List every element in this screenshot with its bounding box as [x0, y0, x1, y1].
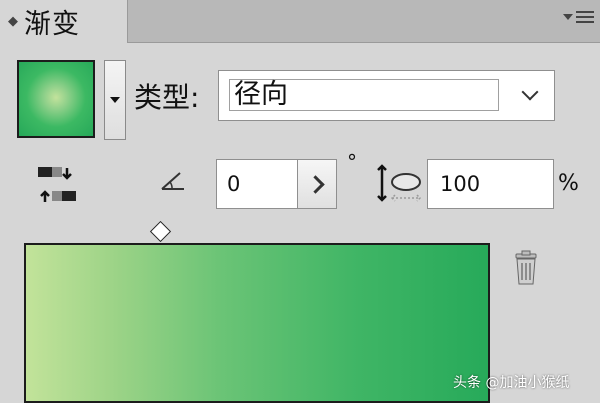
gradient-midpoint-marker[interactable]: [149, 220, 172, 243]
percent-symbol: %: [558, 171, 579, 196]
panel-menu-icon[interactable]: [556, 6, 594, 28]
triangle-down-icon: [110, 97, 120, 103]
type-label: 类型:: [134, 81, 200, 114]
chevron-down-icon[interactable]: [521, 83, 539, 101]
degree-symbol: °: [347, 150, 357, 174]
watermark-text: 头条 @加油小猴纸: [453, 375, 570, 391]
angle-icon: [161, 172, 184, 190]
gradient-type-select[interactable]: 径向: [218, 70, 555, 121]
panel-title: 渐变: [24, 9, 80, 40]
angle-dropdown-button[interactable]: [297, 159, 337, 209]
panel-tab-gradient[interactable]: ◆ 渐变: [0, 0, 128, 43]
fill-gradient-swatch[interactable]: [17, 60, 95, 138]
trash-icon[interactable]: [512, 250, 540, 286]
panel-tab-bar: ◆ 渐变: [0, 0, 600, 43]
aspect-ratio-input[interactable]: 100: [427, 159, 554, 209]
swatch-dropdown-button[interactable]: [104, 60, 126, 140]
collapse-toggle-icon[interactable]: ◆: [6, 14, 20, 29]
angle-input[interactable]: 0: [216, 159, 298, 209]
gradient-type-value[interactable]: 径向: [229, 79, 499, 111]
chevron-right-icon: [305, 174, 325, 194]
gradient-slider-bar[interactable]: [24, 243, 490, 403]
aspect-ratio-icon: [377, 164, 422, 202]
reverse-gradient-icon[interactable]: [36, 163, 78, 207]
